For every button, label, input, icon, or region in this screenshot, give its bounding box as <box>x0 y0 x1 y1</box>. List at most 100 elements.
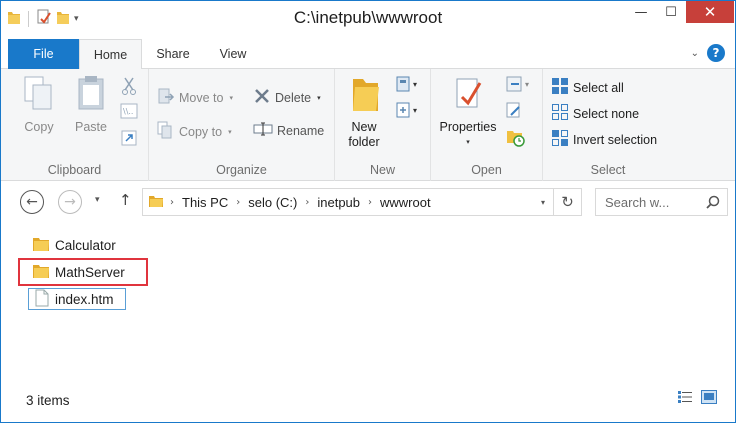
invert-selection-label: Invert selection <box>573 132 658 147</box>
open-icon[interactable]: ▾ <box>505 75 535 96</box>
properties-icon <box>451 73 485 120</box>
folder-icon <box>148 193 164 212</box>
forward-button[interactable]: → <box>58 190 82 214</box>
paste-label: Paste <box>75 120 107 134</box>
clipboard-group: Copy Paste \\.. Clipboard <box>1 69 149 181</box>
rename-button[interactable]: Rename <box>253 121 324 140</box>
invert-selection-button[interactable]: Invert selection <box>551 129 657 150</box>
new-item-icon[interactable]: ▾ <box>395 75 423 96</box>
copy-button[interactable]: Copy <box>15 73 63 135</box>
history-icon[interactable] <box>505 127 525 150</box>
chevron-right-icon[interactable]: › <box>305 197 309 208</box>
search-input[interactable]: Search w... <box>605 195 669 210</box>
window-title: C:\inetpub\wwwroot <box>293 8 443 27</box>
breadcrumb-drive[interactable]: selo (C:) <box>248 195 297 210</box>
chevron-right-icon[interactable]: › <box>170 197 174 208</box>
tab-share[interactable]: Share <box>142 39 204 69</box>
paste-shortcut-icon[interactable] <box>120 129 138 150</box>
chevron-down-icon[interactable]: ▾ <box>533 189 553 215</box>
rename-icon <box>253 121 273 140</box>
status-bar: 3 items <box>1 387 735 422</box>
navigation-bar: ← → ▾ ↑ › This PC › selo (C:) › inetpub … <box>1 182 735 222</box>
list-item[interactable]: MathServer <box>18 258 148 286</box>
new-folder-label-1: New <box>351 120 377 134</box>
title-bar: ▾ C:\inetpub\wwwroot — ☐ ✕ <box>1 1 735 39</box>
properties-button[interactable]: Properties ▾ <box>433 73 503 150</box>
close-button[interactable]: ✕ <box>686 1 734 23</box>
view-switcher <box>677 390 717 407</box>
address-bar[interactable]: › This PC › selo (C:) › inetpub › wwwroo… <box>142 188 582 216</box>
arrow-left-icon: ← <box>26 194 38 210</box>
help-icon[interactable]: ? <box>707 44 725 62</box>
chevron-down-icon: ▾ <box>317 94 321 102</box>
select-none-icon <box>551 103 569 124</box>
refresh-icon[interactable]: ↻ <box>553 189 581 215</box>
move-to-button[interactable]: Move to ▾ <box>157 87 233 108</box>
new-group: New folder ▾ ▾ New <box>335 69 431 181</box>
tab-home[interactable]: Home <box>79 39 142 70</box>
properties-label: Properties <box>439 120 497 134</box>
document-icon <box>34 289 50 310</box>
select-none-label: Select none <box>573 106 640 121</box>
minimize-button[interactable]: — <box>626 1 656 23</box>
svg-text:\\..: \\.. <box>123 107 133 116</box>
chevron-right-icon[interactable]: › <box>236 197 240 208</box>
select-all-icon <box>551 77 569 98</box>
select-all-label: Select all <box>573 80 624 95</box>
arrow-right-icon: → <box>64 194 76 210</box>
explorer-window: ▾ C:\inetpub\wwwroot — ☐ ✕ File Home Sha… <box>0 0 736 423</box>
list-item[interactable]: index.htm <box>28 288 126 310</box>
tab-view[interactable]: View <box>204 39 262 69</box>
file-name: Calculator <box>55 237 116 253</box>
folder-icon <box>32 236 50 255</box>
copy-to-button[interactable]: Copy to ▾ <box>157 121 232 142</box>
new-folder-button[interactable]: New folder <box>341 73 387 150</box>
rename-label: Rename <box>277 123 325 138</box>
tab-file[interactable]: File <box>8 39 79 69</box>
svg-text:▾: ▾ <box>413 80 417 89</box>
edit-icon[interactable] <box>505 101 523 122</box>
file-list: Calculator MathServer index.htm <box>1 222 735 387</box>
list-item[interactable]: Calculator <box>27 234 121 256</box>
select-all-button[interactable]: Select all <box>551 77 624 98</box>
delete-button[interactable]: Delete ▾ <box>253 87 321 108</box>
copy-to-label: Copy to <box>179 124 223 139</box>
select-group-label: Select <box>590 163 626 177</box>
recent-locations-icon[interactable]: ▾ <box>95 195 100 205</box>
chevron-right-icon[interactable]: › <box>368 197 372 208</box>
folder-icon <box>32 263 50 282</box>
ribbon-tabs: File Home Share View ⌄ ? <box>1 39 735 70</box>
back-button[interactable]: ← <box>20 190 44 214</box>
maximize-button[interactable]: ☐ <box>656 1 686 23</box>
breadcrumb-this-pc[interactable]: This PC <box>182 195 228 210</box>
svg-text:▾: ▾ <box>413 106 417 115</box>
breadcrumb-wwwroot[interactable]: wwwroot <box>380 195 431 210</box>
chevron-down-icon: ▾ <box>228 128 232 136</box>
up-arrow-icon[interactable]: ↑ <box>119 191 132 209</box>
delete-label: Delete <box>275 90 312 105</box>
select-none-button[interactable]: Select none <box>551 103 639 124</box>
move-to-label: Move to <box>179 90 224 105</box>
search-box[interactable]: Search w... <box>595 188 728 216</box>
details-view-icon[interactable] <box>677 390 693 407</box>
organize-group: Move to ▾ Copy to ▾ Delete ▾ Rename Orga… <box>149 69 335 181</box>
large-icons-view-icon[interactable] <box>701 390 717 407</box>
open-group: Properties ▾ ▾ Open <box>431 69 543 181</box>
search-icon[interactable] <box>706 195 720 212</box>
paste-button[interactable]: Paste <box>67 73 115 135</box>
organize-group-label: Organize <box>216 163 267 177</box>
ribbon-controls: ⌄ ? <box>691 44 725 62</box>
delete-icon <box>253 87 271 108</box>
copy-path-icon[interactable]: \\.. <box>120 103 138 122</box>
open-group-label: Open <box>471 163 502 177</box>
file-name: index.htm <box>55 291 114 307</box>
easy-access-icon[interactable]: ▾ <box>395 101 423 122</box>
item-count: 3 items <box>26 393 70 408</box>
ribbon: Copy Paste \\.. Clipboard Move to ▾ Copy… <box>1 69 735 181</box>
svg-text:▾: ▾ <box>525 80 529 89</box>
cut-icon[interactable] <box>121 77 137 98</box>
breadcrumb-inetpub[interactable]: inetpub <box>317 195 360 210</box>
chevron-down-icon[interactable]: ⌄ <box>691 48 699 59</box>
select-group: Select all Select none Invert selection … <box>543 69 673 181</box>
move-to-icon <box>157 87 175 108</box>
